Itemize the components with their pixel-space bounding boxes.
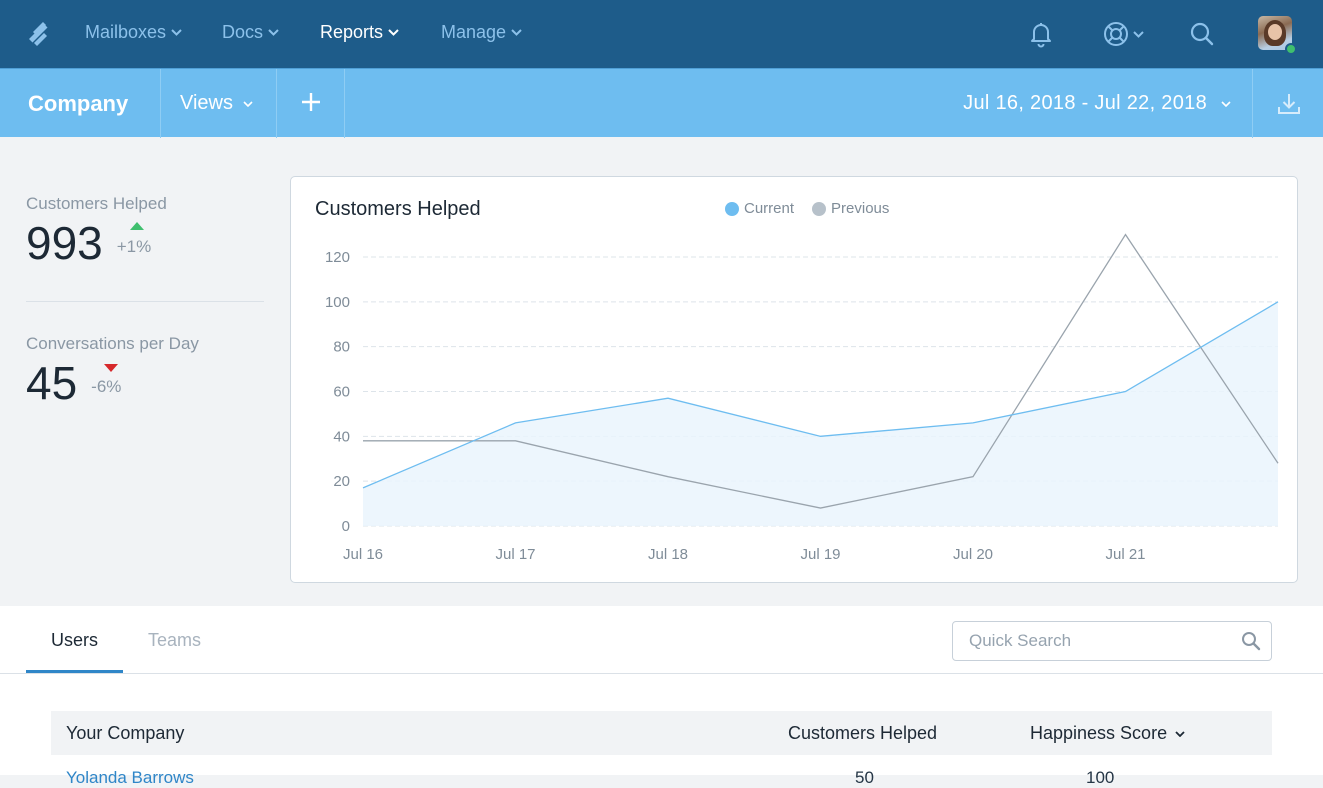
reports-toolbar: Company Views Jul 16, 2018 - Jul 22, 201… [0,68,1323,137]
date-range-label: Jul 16, 2018 - Jul 22, 2018 [963,92,1207,115]
x-tick-label: Jul 20 [953,546,993,563]
chevron-down-icon [388,29,399,36]
toolbar-divider [1252,69,1253,138]
chart-legend: Current Previous [725,200,889,217]
avatar-face [1268,24,1282,40]
nav-manage[interactable]: Manage [441,22,522,43]
views-label: Views [180,92,233,115]
chevron-down-icon [511,29,522,36]
report-title: Company [28,91,128,117]
top-navigation: Mailboxes Docs Reports Manage [0,0,1323,68]
y-tick-label: 80 [333,339,350,356]
views-dropdown[interactable]: Views [180,92,253,115]
toolbar-divider [276,69,277,138]
y-tick-label: 20 [333,473,350,490]
date-range-picker[interactable]: Jul 16, 2018 - Jul 22, 2018 [963,92,1231,115]
y-tick-label: 100 [325,294,350,311]
stat-delta: +1% [117,220,157,266]
y-tick-label: 0 [342,518,350,535]
tab-teams[interactable]: Teams [148,630,201,651]
bell-icon[interactable] [1027,20,1055,48]
legend-dot-previous [812,202,826,216]
y-tick-label: 60 [333,384,350,401]
stat-value: 45 [26,360,77,406]
chevron-down-icon [1133,31,1144,38]
search-icon[interactable] [1188,20,1216,48]
legend-dot-current [725,202,739,216]
legend-item-current[interactable]: Current [725,200,794,217]
stat-label: Conversations per Day [26,334,199,354]
chart-title: Customers Helped [315,198,481,221]
series-area-current [363,302,1278,526]
nav-manage-label: Manage [441,22,506,43]
x-tick-label: Jul 21 [1105,546,1145,563]
stat-label: Customers Helped [26,194,167,214]
stats-divider [26,301,264,302]
x-tick-label: Jul 18 [648,546,688,563]
nav-reports-label: Reports [320,22,383,43]
stat-delta-percent: -6% [91,377,121,397]
column-header-company[interactable]: Your Company [66,723,184,744]
quick-search [952,621,1272,661]
quick-search-input[interactable] [953,622,1233,660]
search-icon[interactable] [1241,631,1261,651]
chevron-down-icon [243,101,253,107]
tab-users[interactable]: Users [51,630,98,651]
legend-item-previous[interactable]: Previous [812,200,889,217]
user-name-link[interactable]: Yolanda Barrows [66,768,194,788]
y-tick-label: 120 [325,249,350,266]
nav-docs-label: Docs [222,22,263,43]
x-tick-label: Jul 16 [343,546,383,563]
customers-helped-chart-card: 0 20 40 60 80 100 120 Jul 16 Jul 17 Jul 18 Jul 19 J… [290,176,1298,583]
happiness-score-cell: 100 [1086,768,1114,788]
online-status-indicator [1285,43,1297,55]
x-tick-label: Jul 19 [800,546,840,563]
stat-delta: -6% [91,360,131,406]
legend-label: Current [744,200,794,217]
help-menu-button[interactable] [1102,20,1148,48]
x-tick-label: Jul 17 [495,546,535,563]
toolbar-divider [344,69,345,138]
nav-reports[interactable]: Reports [320,22,399,43]
helpscout-logo-icon[interactable] [24,18,56,50]
trend-down-icon [104,364,118,372]
legend-label: Previous [831,200,889,217]
users-section: Users Teams Your Company Customers Helpe… [0,606,1323,775]
stat-customers-helped: Customers Helped 993 +1% [26,194,167,266]
customers-helped-line-chart: 0 20 40 60 80 100 120 Jul 16 Jul 17 Jul 18 Jul 19 J… [291,177,1299,584]
toolbar-divider [160,69,161,138]
chevron-down-icon [171,29,182,36]
trend-up-icon [130,222,144,230]
add-view-plus-icon[interactable] [298,89,324,115]
stat-delta-percent: +1% [117,237,152,257]
users-table-header: Your Company Customers Helped Happiness … [51,711,1272,755]
sort-chevron-down-icon [1175,731,1185,737]
nav-mailboxes-label: Mailboxes [85,22,166,43]
column-header-customers-helped[interactable]: Customers Helped [788,723,937,744]
y-tick-label: 40 [333,428,350,445]
nav-mailboxes[interactable]: Mailboxes [85,22,182,43]
download-icon[interactable] [1276,91,1302,117]
column-header-label: Happiness Score [1030,723,1167,744]
stat-value: 993 [26,220,103,266]
column-header-happiness-score[interactable]: Happiness Score [1030,723,1185,744]
customers-helped-cell: 50 [855,768,874,788]
tabs-divider [0,673,1323,674]
chevron-down-icon [1221,101,1231,107]
lifebuoy-icon [1102,20,1130,48]
nav-docs[interactable]: Docs [222,22,279,43]
chevron-down-icon [268,29,279,36]
stat-conversations-per-day: Conversations per Day 45 -6% [26,334,199,406]
